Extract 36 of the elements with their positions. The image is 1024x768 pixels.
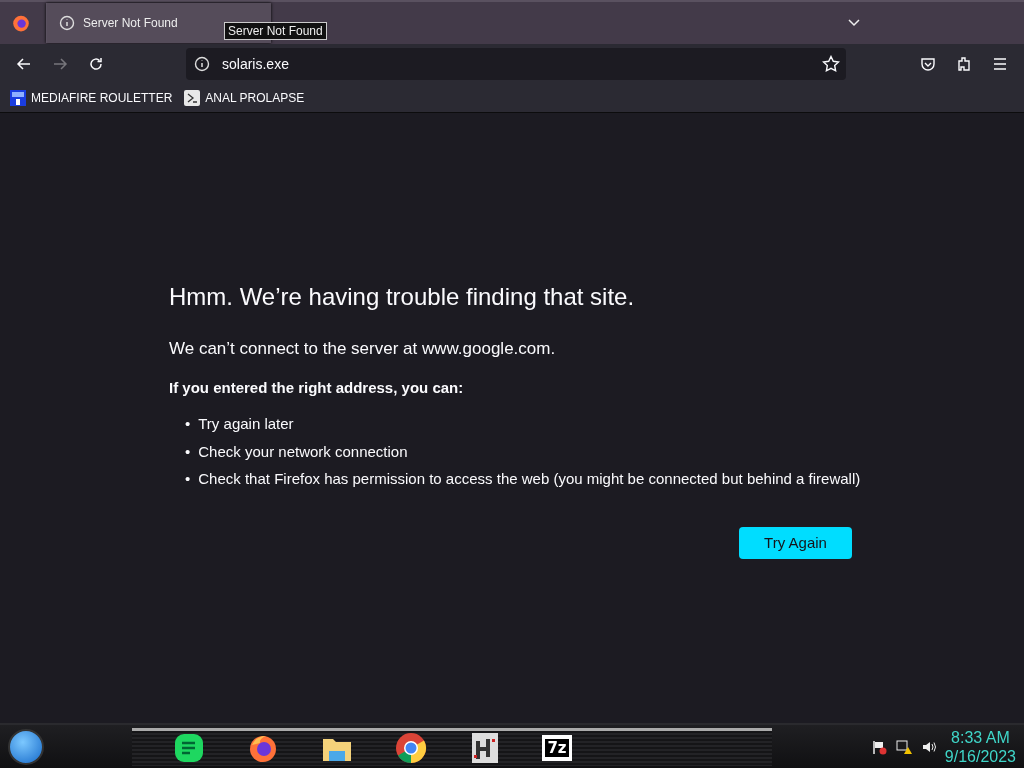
bookmark-link[interactable]: ANAL PROLAPSE [184,90,305,106]
suggestion-item: Try again later [198,414,294,434]
forward-arrow-icon[interactable] [52,56,68,72]
error-message: We can’t connect to the server at www.google.com. [169,339,557,359]
network-warning-icon[interactable] [894,738,913,755]
info-icon [59,15,75,31]
try-again-button[interactable]: Try Again [739,526,852,559]
chrome-icon[interactable] [394,731,428,765]
star-icon[interactable] [822,55,840,73]
suggestion-intro: If you entered the right address, you can: [169,379,465,396]
clock-date: 9/16/2023 [944,746,1016,766]
bullet: • [185,469,191,489]
puzzle-piece-icon[interactable] [956,56,972,72]
bullet: • [185,414,191,434]
flag-icon[interactable] [870,738,887,755]
reload-icon[interactable] [88,56,104,72]
info-icon [194,56,210,72]
clock[interactable]: 8:33 AM 9/16/2023 [944,727,1016,766]
bookmark-link[interactable]: MEDIAFIRE ROULETTER [10,90,173,106]
start-button[interactable] [8,728,44,765]
notes-app-icon[interactable] [172,731,206,765]
bullet: • [185,441,191,462]
terminal-icon [184,90,201,106]
bookmark-favicon-icon [10,90,26,106]
bookmark-label[interactable]: ANAL PROLAPSE [205,91,305,105]
back-arrow-icon[interactable] [16,56,32,72]
pocket-icon[interactable] [920,56,936,72]
menu-icon[interactable] [992,56,1008,72]
suggestion-item: Check that Firefox has permission to access the web (you might be connected but behind a firewall) [198,469,861,489]
error-title: Hmm. We’re having trouble finding that site. [169,283,636,311]
suggestion-item: Check your network connection [198,441,408,462]
clock-time: 8:33 AM [951,727,1010,747]
bookmark-label[interactable]: MEDIAFIRE ROULETTER [31,91,173,105]
archive-app-button[interactable]: 7z [542,735,572,761]
tooltip: Server Not Found [224,22,327,40]
address-bar[interactable]: solaris.exe [186,48,846,80]
